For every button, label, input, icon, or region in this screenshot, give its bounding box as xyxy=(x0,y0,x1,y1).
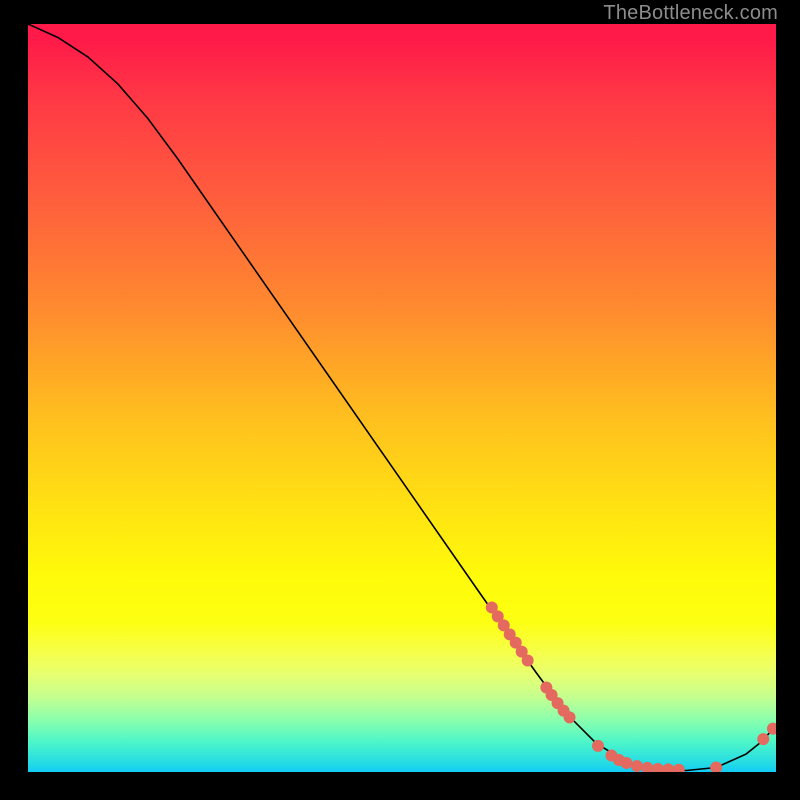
watermark-text: TheBottleneck.com xyxy=(603,2,778,25)
curve-markers xyxy=(486,601,776,772)
curve-marker xyxy=(592,740,604,752)
curve-marker xyxy=(564,711,576,723)
curve-marker xyxy=(631,760,643,772)
curve-marker xyxy=(641,762,653,772)
curve-marker xyxy=(767,723,776,735)
curve-marker xyxy=(673,764,685,772)
curve-marker xyxy=(757,733,769,745)
chart-stage: TheBottleneck.com xyxy=(0,0,800,800)
curve-marker xyxy=(620,757,632,769)
curve-marker xyxy=(662,763,674,772)
curve-marker xyxy=(522,655,534,667)
plot-area xyxy=(28,24,776,772)
bottleneck-curve xyxy=(28,24,776,771)
curve-layer xyxy=(28,24,776,772)
curve-marker xyxy=(710,762,722,772)
curve-marker xyxy=(652,763,664,772)
